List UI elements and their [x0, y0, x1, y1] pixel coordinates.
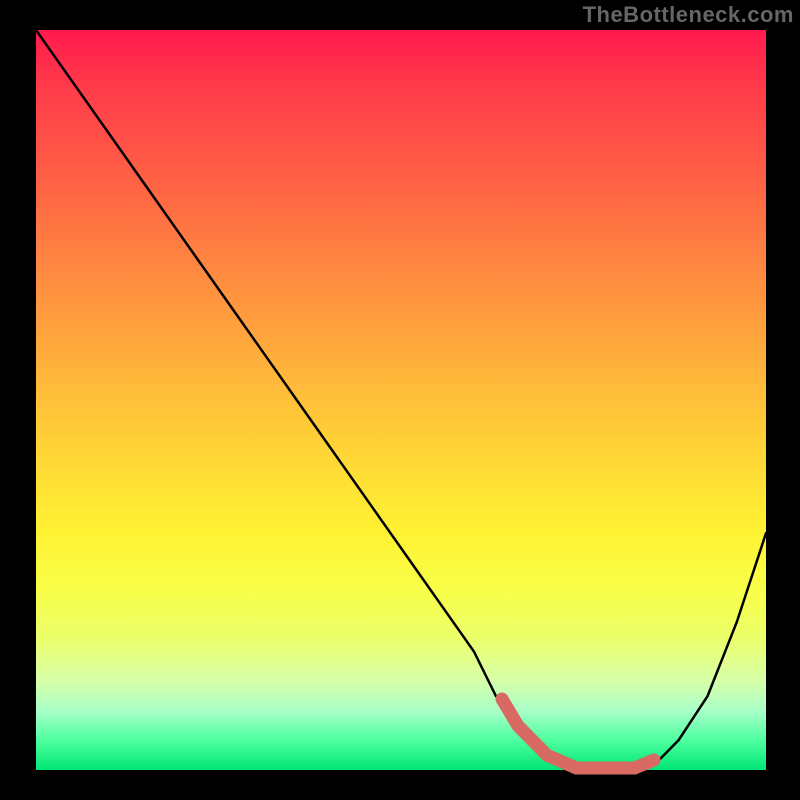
chart-frame: TheBottleneck.com: [0, 0, 800, 800]
bottleneck-curve: [36, 30, 766, 770]
watermark-text: TheBottleneck.com: [583, 2, 794, 28]
plot-area: [36, 30, 766, 770]
optimal-range-highlight: [502, 699, 654, 768]
curve-svg: [36, 30, 766, 770]
